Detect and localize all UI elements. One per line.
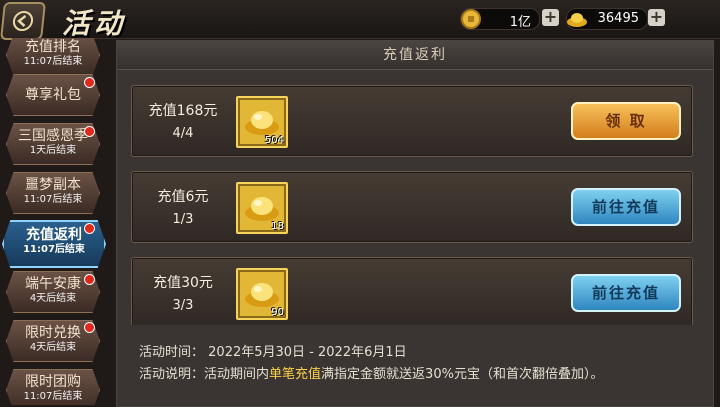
activity-sidebar: 充值排名 11:07后结束 尊享礼包 三国感恩季 1天后结束 噩梦副本 11:0… <box>0 38 108 405</box>
event-time-label: 活动时间： <box>139 345 205 360</box>
sidebar-item-label: 噩梦副本 <box>25 177 81 193</box>
sidebar-item-time: 4天后结束 <box>29 342 77 353</box>
gold-resource: 36495 <box>566 8 648 30</box>
go-recharge-button[interactable]: 前往充值 <box>571 188 681 226</box>
tier-title: 充值6元 <box>157 189 209 205</box>
sidebar-item-label: 充值排名 <box>25 39 81 55</box>
notification-dot <box>84 223 95 234</box>
list-item: 充值168元 4/4 504 领 取 <box>131 85 693 157</box>
list-item: 充值6元 1/3 18 前往充值 <box>131 171 693 243</box>
tier-progress: 1/3 <box>172 212 194 227</box>
reward-slot[interactable]: 504 <box>236 96 288 148</box>
rebate-panel: 充值返利 充值168元 4/4 504 领 取 充值6元 1/3 18 前往充值… <box>116 40 714 407</box>
event-desc-post: 满指定金额就送返30%元宝（和首次翻倍叠加）。 <box>321 367 604 382</box>
event-time-line: 活动时间： 2022年5月30日 - 2022年6月1日 <box>139 341 407 360</box>
tier-title: 充值168元 <box>148 103 218 119</box>
reward-list[interactable]: 充值168元 4/4 504 领 取 充值6元 1/3 18 前往充值 充值30… <box>129 81 699 325</box>
notification-dot <box>84 274 95 285</box>
event-desc-label: 活动说明： <box>139 367 205 382</box>
copper-coin-icon <box>461 9 481 29</box>
event-time-value: 2022年5月30日 - 2022年6月1日 <box>208 345 407 360</box>
gold-ingot-icon <box>245 197 279 221</box>
back-arrow-icon <box>12 11 34 31</box>
event-desc-pre: 活动期间内 <box>204 367 270 382</box>
gold-ingot-icon <box>245 111 279 135</box>
reward-quantity: 90 <box>271 307 284 318</box>
back-button[interactable] <box>0 2 46 40</box>
sidebar-item-time: 1天后结束 <box>29 145 77 156</box>
sidebar-item-nightmare-dungeon[interactable]: 噩梦副本 11:07后结束 <box>6 172 100 214</box>
sidebar-item-time: 11:07后结束 <box>23 391 83 402</box>
notification-dot <box>84 126 95 137</box>
sidebar-item-group-buy[interactable]: 限时团购 11:07后结束 <box>6 369 100 405</box>
notification-dot <box>84 77 95 88</box>
event-info: 活动时间： 2022年5月30日 - 2022年6月1日 活动说明：活动期间内单… <box>129 331 699 401</box>
sidebar-item-label: 限时团购 <box>25 374 81 390</box>
sidebar-item-time: 11:07后结束 <box>23 244 85 255</box>
list-item: 充值30元 3/3 90 前往充值 <box>131 257 693 325</box>
gold-ingot-icon <box>245 283 279 307</box>
top-bar: 活动 1亿 + 36495 + <box>0 0 720 40</box>
sidebar-item-time: 11:07后结束 <box>23 56 83 67</box>
add-gold-button[interactable]: + <box>648 9 665 26</box>
event-desc-line: 活动说明：活动期间内单笔充值满指定金额就送返30%元宝（和首次翻倍叠加）。 <box>139 363 603 382</box>
add-copper-button[interactable]: + <box>542 9 559 26</box>
reward-quantity: 18 <box>271 221 284 232</box>
event-desc-highlight: 单笔充值 <box>269 367 322 382</box>
reward-slot[interactable]: 90 <box>236 268 288 320</box>
reward-slot[interactable]: 18 <box>236 182 288 234</box>
sidebar-item-recharge-ranking[interactable]: 充值排名 11:07后结束 <box>6 38 100 76</box>
claim-button[interactable]: 领 取 <box>571 102 681 140</box>
tier-progress: 3/3 <box>172 298 194 313</box>
sidebar-item-time: 4天后结束 <box>29 293 77 304</box>
notification-dot <box>84 322 95 333</box>
reward-quantity: 504 <box>264 135 284 146</box>
tier-progress: 4/4 <box>172 126 194 141</box>
gold-ingot-icon <box>567 13 587 27</box>
sidebar-item-time: 11:07后结束 <box>23 194 83 205</box>
copper-resource: 1亿 <box>460 8 540 30</box>
gold-value: 36495 <box>597 11 639 26</box>
tier-title: 充值30元 <box>153 275 213 291</box>
copper-value: 1亿 <box>509 15 531 30</box>
panel-title: 充值返利 <box>117 41 713 70</box>
go-recharge-button[interactable]: 前往充值 <box>571 274 681 312</box>
page-title: 活动 <box>62 7 127 40</box>
